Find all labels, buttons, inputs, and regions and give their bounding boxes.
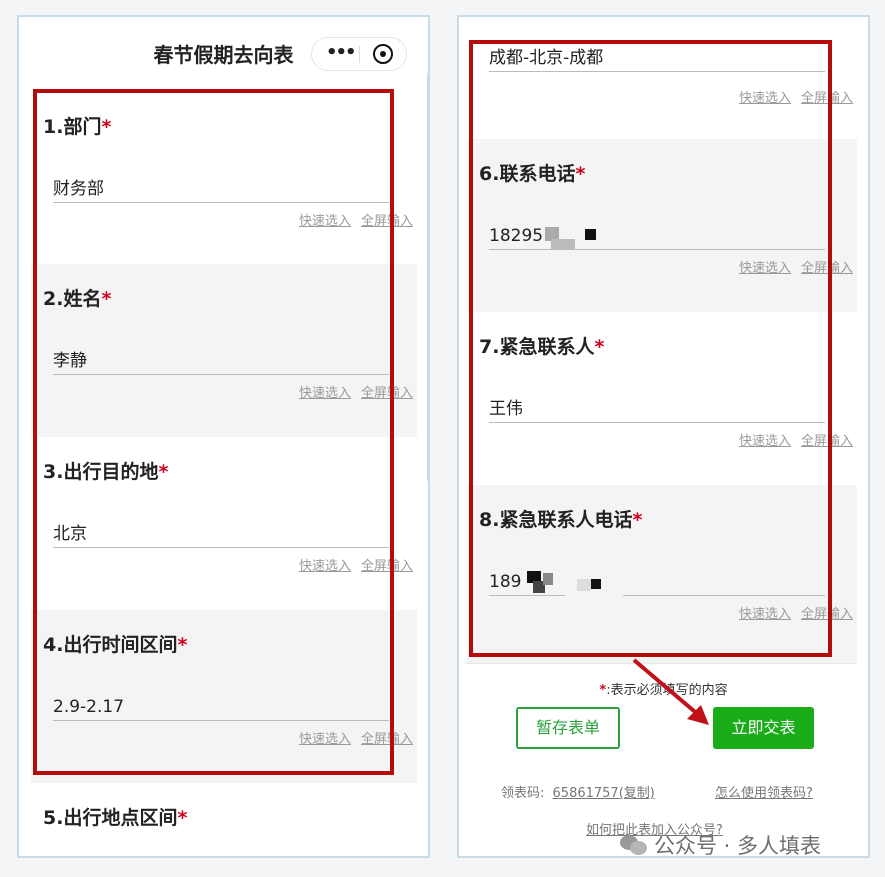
- copy-code-link[interactable]: 65861757(复制): [553, 786, 655, 801]
- arrow-icon: [632, 658, 709, 725]
- question-travel-route: 5.出行地点区间*: [31, 783, 417, 856]
- watermark: 公众号 · 多人填表: [620, 830, 821, 860]
- right-phone-screen: ••• 成都-北京-成都 快速选入全屏输入 6.联系电话* 18295 快速选入…: [457, 15, 870, 858]
- more-icon[interactable]: •••: [326, 44, 356, 62]
- left-phone-screen: 春节假期去向表 ••• 1.部门* 财务部 快速选入 全屏输入 2.姓名* 李静 …: [17, 15, 430, 858]
- highlight-box: [33, 89, 394, 775]
- close-target-icon[interactable]: [373, 44, 393, 64]
- submit-button[interactable]: 立即交表: [713, 707, 814, 749]
- how-to-use-code-link[interactable]: 怎么使用领表码?: [715, 786, 813, 801]
- wechat-icon: [620, 835, 648, 857]
- scrollbar[interactable]: [427, 72, 428, 482]
- mini-program-capsule: •••: [311, 37, 407, 71]
- form-code-row: 领表码: 65861757(复制): [501, 786, 655, 801]
- highlight-box: [469, 40, 832, 657]
- save-draft-button[interactable]: 暂存表单: [516, 707, 620, 749]
